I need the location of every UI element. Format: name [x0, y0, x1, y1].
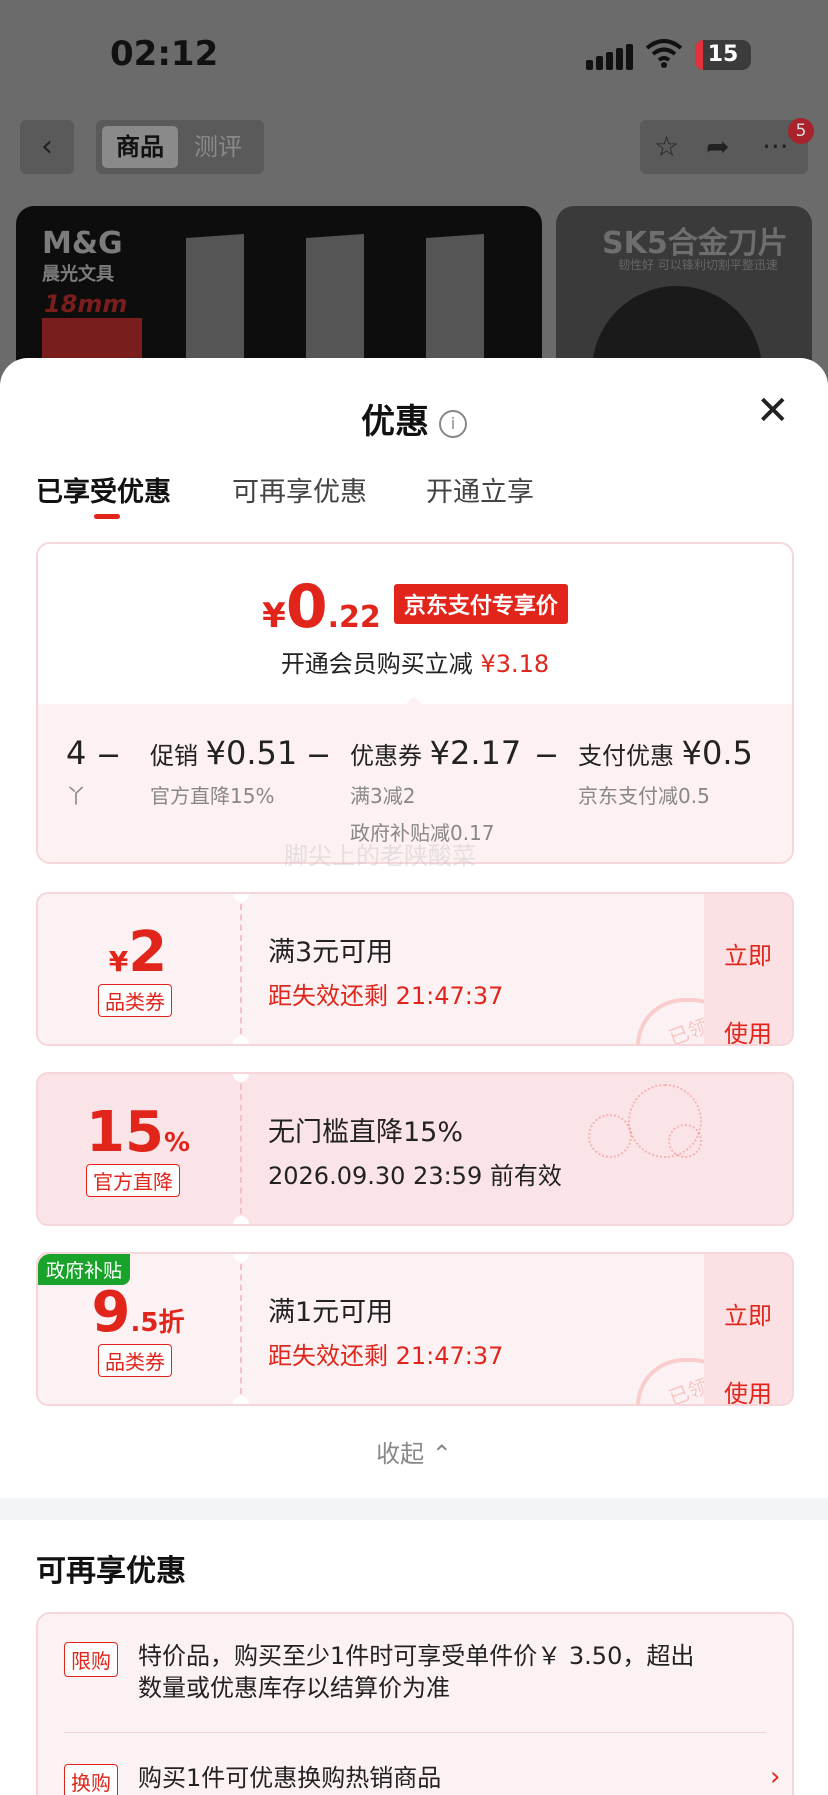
promo-tag: 换购	[64, 1764, 118, 1795]
close-icon[interactable]: ✕	[756, 388, 790, 434]
tab-more-discounts[interactable]: 可再享优惠	[232, 470, 367, 509]
minus-sign: −	[96, 738, 122, 773]
status-time: 02:12	[110, 34, 219, 74]
coupon-condition: 无门槛直降15%	[268, 1117, 464, 1148]
member-saving-text: 开通会员购买立减 ¥3.18	[280, 650, 550, 678]
price-summary-card: ¥0.22 京东支付专享价 开通会员购买立减 ¥3.18 4 丫 − 促销 ¥0…	[36, 542, 794, 864]
watermark: 脚尖上的老陕酸菜	[284, 842, 476, 870]
breakdown-item-payment: 支付优惠 ¥0.5 京东支付减0.5	[578, 734, 753, 808]
background-product-page: 02:12 15 ‹ 商品 测评 ☆ ➦ ··· 5 M&G 晨光文具 18mm…	[0, 0, 828, 416]
share-icon[interactable]: ➦	[706, 130, 729, 163]
tab-review[interactable]: 测评	[180, 126, 256, 168]
message-badge: 5	[788, 118, 814, 144]
wifi-icon	[645, 39, 683, 68]
collapse-button[interactable]: 收起 ⌃	[0, 1434, 828, 1469]
section-title-more-discounts: 可再享优惠	[36, 1554, 186, 1589]
coupon-validity: 2026.09.30 23:59 前有效	[268, 1162, 562, 1190]
cellular-signal-icon	[586, 44, 633, 70]
use-now-button[interactable]: 立即 使用	[704, 894, 792, 1044]
sheet-title: 优惠 i	[0, 394, 828, 443]
promo-text: 购买1件可优惠换购热销商品	[138, 1764, 442, 1792]
discount-sheet: 优惠 i ✕ 已享受优惠 可再享优惠 开通立享 ¥0.22 京东支付专享价 开通会…	[0, 358, 828, 1795]
more-discounts-card: 限购 特价品，购买至少1件时可享受单件价￥ 3.50，超出数量或优惠库存以结算价…	[36, 1612, 794, 1795]
coupon-condition: 满3元可用	[268, 937, 394, 968]
breakdown-item-price: 4 丫	[66, 734, 87, 808]
tab-product[interactable]: 商品	[102, 126, 178, 168]
coupon-type-badge: 官方直降	[86, 1164, 180, 1197]
coupon-countdown: 距失效还剩 21:47:37	[268, 1342, 504, 1370]
coupon-card: 15% 官方直降 无门槛直降15% 2026.09.30 23:59 前有效	[36, 1072, 794, 1226]
more-icon[interactable]: ···	[762, 130, 789, 163]
coupon-amount: 9.5折	[91, 1280, 185, 1345]
battery-indicator: 15	[695, 40, 751, 70]
coupon-type-badge: 品类券	[98, 984, 172, 1017]
promo-tag: 限购	[64, 1642, 118, 1677]
chevron-right-icon[interactable]: ›	[770, 1762, 780, 1792]
promo-text: 特价品，购买至少1件时可享受单件价￥ 3.50，超出数量或优惠库存以结算价为准	[138, 1642, 695, 1702]
fireworks-decoration	[548, 1084, 718, 1184]
use-now-button[interactable]: 立即 使用	[704, 1254, 792, 1404]
tab-active-indicator	[94, 514, 120, 519]
tab-open-membership[interactable]: 开通立享	[426, 470, 534, 509]
coupon-countdown: 距失效还剩 21:47:37	[268, 982, 504, 1010]
section-divider	[0, 1498, 828, 1520]
coupon-amount: ¥2	[108, 920, 168, 985]
product-brand: M&G	[42, 226, 123, 261]
coupon-type-badge: 品类券	[98, 1344, 172, 1377]
nav-actions: ☆ ➦ ···	[640, 120, 808, 174]
tab-enjoyed[interactable]: 已享受优惠	[36, 470, 171, 509]
star-icon[interactable]: ☆	[654, 130, 679, 163]
product2-subtitle: 韧性好 可以锋利切割平整迅速	[618, 258, 778, 272]
coupon-condition: 满1元可用	[268, 1297, 394, 1328]
product-size-label: 18mm	[44, 290, 128, 318]
minus-sign: −	[306, 738, 332, 773]
coupon-card: 9.5折 品类券 政府补贴 满1元可用 距失效还剩 21:47:37 已领 立即…	[36, 1252, 794, 1406]
breakdown-item-promo: 促销 ¥0.51 官方直降15%	[150, 734, 298, 808]
coupon-card: ¥2 品类券 满3元可用 距失效还剩 21:47:37 已领 立即 使用	[36, 892, 794, 1046]
product-nav-tabs: 商品 测评	[96, 120, 264, 174]
coupon-amount: 15%	[86, 1100, 190, 1165]
breakdown-item-coupon: 优惠券 ¥2.17 满3减2 政府补贴减0.17	[350, 734, 522, 845]
gov-subsidy-tag: 政府补贴	[38, 1254, 131, 1285]
status-bar: 02:12 15	[0, 0, 828, 110]
minus-sign: −	[534, 738, 560, 773]
product-brand-cn: 晨光文具	[42, 264, 114, 285]
jd-pay-tag: 京东支付专享价	[393, 584, 568, 624]
back-button[interactable]: ‹	[20, 120, 74, 174]
final-price: ¥0.22 京东支付专享价	[38, 572, 792, 642]
info-icon[interactable]: i	[439, 409, 467, 438]
